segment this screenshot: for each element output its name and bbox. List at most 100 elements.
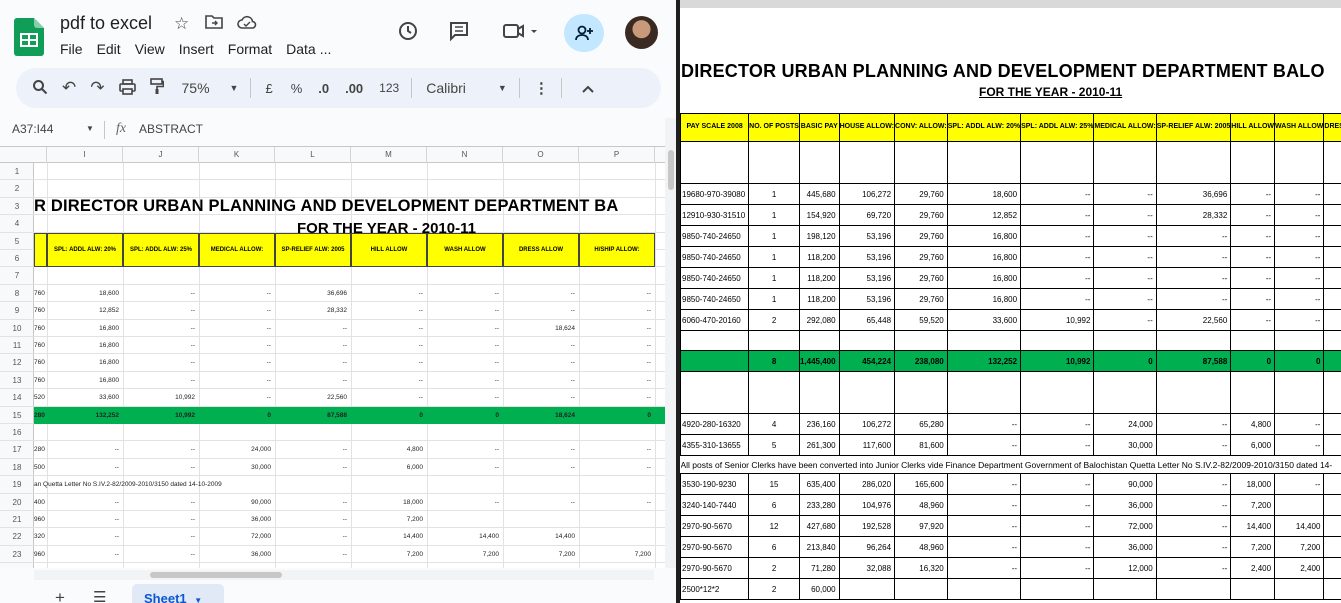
cell[interactable]: --	[351, 342, 427, 349]
format-currency-button[interactable]: £	[265, 81, 272, 96]
cell[interactable]: 14,400	[503, 533, 579, 540]
chevron-down-icon[interactable]: ▼	[86, 124, 94, 133]
note-cell[interactable]: an Quetta Letter No S.IV.2-82/2009-2010/…	[34, 481, 222, 488]
cell[interactable]: --	[579, 394, 655, 401]
row-header[interactable]: 20	[0, 494, 34, 511]
cell[interactable]: --	[351, 377, 427, 384]
menu-format[interactable]: Format	[228, 41, 272, 57]
add-sheet-icon[interactable]: +	[55, 588, 65, 603]
row-header[interactable]: 14	[0, 389, 34, 407]
cell[interactable]: --	[123, 290, 199, 297]
cell[interactable]: 400	[34, 499, 47, 506]
redo-icon[interactable]: ↷	[90, 78, 104, 98]
column-header[interactable]: N	[427, 147, 503, 163]
select-all-corner[interactable]	[0, 147, 47, 163]
cell[interactable]: 22,560	[275, 394, 351, 401]
header-cell[interactable]	[34, 232, 47, 268]
sheets-logo-icon[interactable]	[14, 18, 44, 56]
cell[interactable]: --	[427, 307, 503, 314]
row-header[interactable]: 19	[0, 476, 34, 494]
cell[interactable]: --	[199, 377, 275, 384]
header-cell[interactable]: H/SHIP ALLOW:	[579, 232, 655, 268]
cloud-saved-icon[interactable]	[237, 14, 257, 34]
cell[interactable]: --	[275, 533, 351, 540]
row-header[interactable]: 6	[0, 250, 34, 268]
cell[interactable]: --	[503, 307, 579, 314]
cell[interactable]: --	[579, 325, 655, 332]
row-header[interactable]: 22	[0, 528, 34, 546]
spreadsheet-grid[interactable]: I J K L M N O P 1 2 3 4 5 6 7 8 9 10 11 12 13 14 15 16 1…	[0, 146, 665, 568]
cell[interactable]: --	[275, 325, 351, 332]
header-cell[interactable]: HILL ALLOW	[351, 232, 427, 268]
cell[interactable]: --	[275, 359, 351, 366]
zoom-select[interactable]: 75%	[182, 80, 210, 96]
column-header[interactable]: I	[47, 147, 123, 163]
cell[interactable]: --	[275, 342, 351, 349]
cell[interactable]: --	[503, 377, 579, 384]
cell[interactable]: 280	[34, 412, 47, 419]
all-sheets-icon[interactable]: ☰	[93, 588, 106, 603]
cell[interactable]: 7,200	[351, 516, 427, 523]
cell[interactable]: --	[123, 342, 199, 349]
cell[interactable]: --	[199, 394, 275, 401]
font-select[interactable]: Calibri	[426, 80, 466, 96]
share-button[interactable]	[564, 14, 604, 52]
cell[interactable]: 0	[351, 412, 427, 419]
row-header[interactable]: 13	[0, 372, 34, 390]
cell[interactable]: --	[427, 325, 503, 332]
cell[interactable]: 14,400	[427, 533, 503, 540]
cell[interactable]: 18,624	[503, 325, 579, 332]
cell[interactable]: 72,000	[199, 533, 275, 540]
row-header[interactable]: 1	[0, 163, 34, 181]
cell[interactable]: 16,800	[47, 325, 123, 332]
sheet-title-cell[interactable]: R DIRECTOR URBAN PLANNING AND DEVELOPMEN…	[34, 197, 619, 216]
cell[interactable]: --	[123, 359, 199, 366]
more-formats-button[interactable]: 123	[379, 81, 399, 95]
column-header[interactable]: P	[579, 147, 655, 163]
header-cell[interactable]: SPL: ADDL ALW: 20%	[47, 232, 123, 268]
cell[interactable]: --	[579, 464, 655, 471]
cell[interactable]: 760	[34, 342, 47, 349]
row-header[interactable]: 5	[0, 233, 34, 250]
document-title[interactable]: pdf to excel	[60, 13, 152, 34]
vertical-scroll-thumb[interactable]	[668, 150, 674, 190]
cell[interactable]: 4,800	[351, 446, 427, 453]
cell[interactable]: --	[503, 446, 579, 453]
cell[interactable]: --	[427, 394, 503, 401]
cell[interactable]: --	[579, 377, 655, 384]
menu-file[interactable]: File	[60, 41, 83, 57]
row-header[interactable]: 23	[0, 546, 34, 564]
cell[interactable]: --	[503, 394, 579, 401]
cell[interactable]: 16,800	[47, 359, 123, 366]
header-cell[interactable]: SPL: ADDL ALW: 25%	[123, 232, 199, 268]
cell[interactable]: 0	[579, 412, 655, 419]
cell[interactable]: 18,624	[503, 412, 579, 419]
cell[interactable]: 28,332	[275, 307, 351, 314]
menu-view[interactable]: View	[135, 41, 165, 57]
increase-decimal-button[interactable]: .00	[345, 81, 363, 96]
cell[interactable]: --	[351, 359, 427, 366]
move-folder-icon[interactable]	[205, 14, 223, 34]
chevron-down-icon[interactable]: ▼	[194, 596, 202, 603]
row-header[interactable]: 21	[0, 511, 34, 529]
row-header[interactable]: 2	[0, 180, 34, 198]
cell[interactable]: --	[47, 464, 123, 471]
cell[interactable]: --	[427, 464, 503, 471]
sheet-tab[interactable]: Sheet1 ▼	[132, 584, 224, 603]
column-header[interactable]: L	[275, 147, 351, 163]
cell[interactable]: 36,696	[275, 290, 351, 297]
cell[interactable]: --	[579, 359, 655, 366]
cell[interactable]: 33,600	[47, 394, 123, 401]
column-header[interactable]: M	[351, 147, 427, 163]
cell[interactable]: 520	[34, 394, 47, 401]
formula-input[interactable]: ABSTRACT	[139, 122, 203, 136]
cell[interactable]: 0	[427, 412, 503, 419]
row-header[interactable]: 8	[0, 285, 34, 303]
cell[interactable]: 10,992	[123, 412, 199, 419]
meet-icon[interactable]	[502, 20, 542, 48]
cell[interactable]: 960	[34, 551, 47, 558]
cell[interactable]: --	[47, 499, 123, 506]
cell[interactable]: --	[427, 446, 503, 453]
row-header[interactable]: 11	[0, 337, 34, 355]
comments-icon[interactable]	[448, 20, 470, 48]
